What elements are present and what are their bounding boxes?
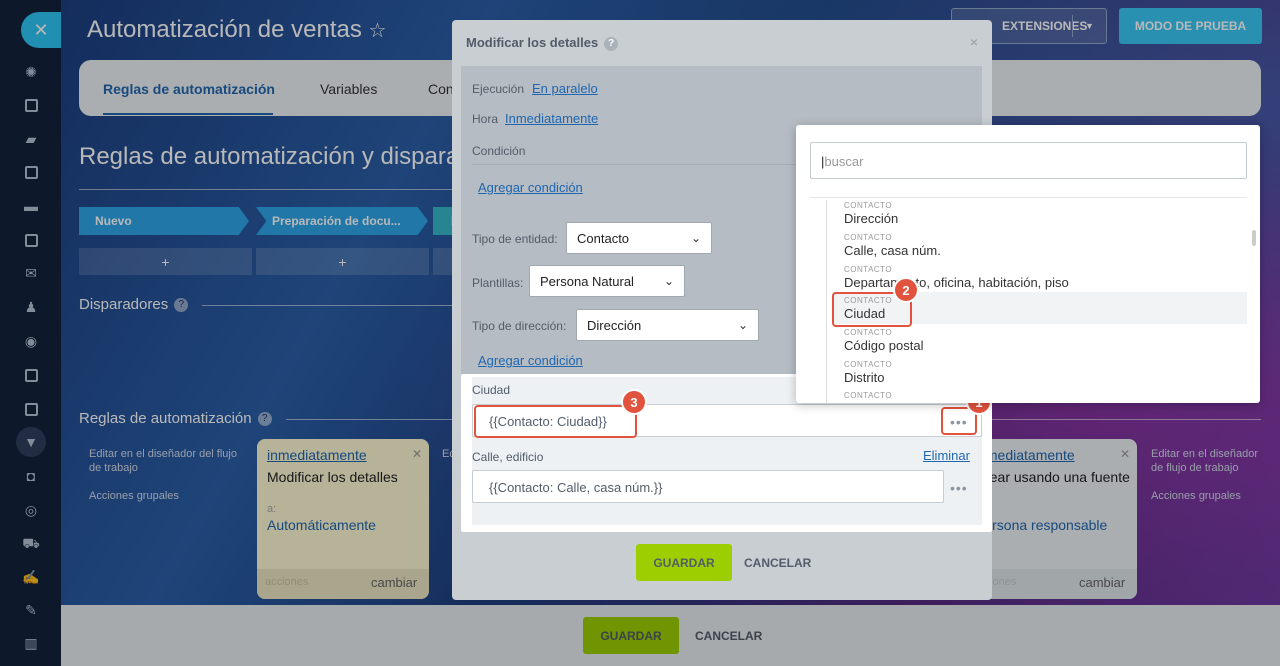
item-category: CONTACTO: [844, 328, 893, 337]
list-item[interactable]: CONTACTO Distrito: [844, 360, 892, 385]
list-item[interactable]: CONTACTO Dirección: [844, 201, 898, 226]
street-field-value: {{Contacto: Calle, casa núm.}}: [489, 480, 663, 495]
item-category: CONTACTO: [844, 360, 893, 369]
list-item[interactable]: CONTACTO: [844, 391, 892, 400]
item-name: Calle, casa núm.: [844, 243, 941, 258]
tree-line: [826, 200, 827, 403]
scrollbar[interactable]: [1252, 230, 1256, 246]
item-category: CONTACTO: [844, 391, 893, 400]
item-name: Dirección: [844, 211, 899, 226]
template-value: Persona Natural: [540, 273, 634, 289]
search-input[interactable]: |buscar: [810, 142, 1247, 179]
address-type-label: Tipo de dirección:: [472, 319, 567, 333]
chevron-down-icon: ⌄: [690, 231, 701, 245]
save-button[interactable]: GUARDAR: [636, 544, 732, 581]
template-select[interactable]: Persona Natural ⌄: [529, 265, 685, 297]
execution-label: Ejecución: [472, 82, 525, 96]
callout-city-field: [474, 405, 637, 438]
add-condition-link[interactable]: Agregar condición: [478, 353, 583, 368]
template-label: Plantillas:: [472, 276, 524, 290]
add-condition-link[interactable]: Agregar condición: [478, 180, 583, 195]
execution-link[interactable]: En paralelo: [532, 81, 598, 96]
chevron-down-icon: ⌄: [737, 318, 748, 332]
time-label: Hora: [472, 112, 499, 126]
item-name: Departamento, oficina, habitación, piso: [844, 275, 1069, 290]
item-category: CONTACTO: [844, 233, 893, 242]
address-type-value: Dirección: [587, 317, 642, 333]
list-item[interactable]: CONTACTO Código postal: [844, 328, 924, 353]
list-item[interactable]: CONTACTO Departamento, oficina, habitació…: [844, 265, 1069, 290]
chevron-down-icon: ⌄: [663, 274, 674, 288]
item-name: Distrito: [844, 370, 885, 385]
step-badge-2: 2: [893, 277, 919, 303]
dialog-title: Modificar los detalles?: [466, 35, 619, 51]
address-type-select[interactable]: Dirección ⌄: [576, 309, 759, 341]
divider: [472, 164, 796, 165]
entity-type-label: Tipo de entidad:: [472, 232, 558, 246]
condition-label: Condición: [472, 144, 526, 158]
street-label: Calle, edificio: [472, 450, 544, 464]
field-picker-popup: |buscar CONTACTO Dirección CONTACTO Calle,…: [796, 125, 1260, 403]
dialog-title-text: Modificar los detalles: [466, 35, 599, 50]
item-name: Código postal: [844, 338, 924, 353]
save-label: GUARDAR: [653, 555, 715, 570]
more-icon[interactable]: •••: [950, 480, 968, 496]
item-category: CONTACTO: [844, 265, 893, 274]
street-field[interactable]: {{Contacto: Calle, casa núm.}}: [472, 470, 944, 503]
cancel-button[interactable]: CANCELAR: [744, 556, 811, 570]
delete-link[interactable]: Eliminar: [923, 448, 970, 463]
entity-type-select[interactable]: Contacto ⌄: [566, 222, 712, 254]
city-label: Ciudad: [472, 383, 511, 397]
item-category: CONTACTO: [844, 201, 893, 210]
time-link[interactable]: Inmediatamente: [505, 111, 598, 126]
divider: [810, 197, 1247, 198]
close-icon[interactable]: ×: [970, 34, 978, 50]
search-placeholder: buscar: [824, 154, 864, 169]
list-item[interactable]: CONTACTO Calle, casa núm.: [844, 233, 941, 258]
step-badge-3: 3: [621, 389, 647, 415]
entity-type-value: Contacto: [577, 230, 630, 246]
help-icon[interactable]: ?: [604, 36, 619, 51]
